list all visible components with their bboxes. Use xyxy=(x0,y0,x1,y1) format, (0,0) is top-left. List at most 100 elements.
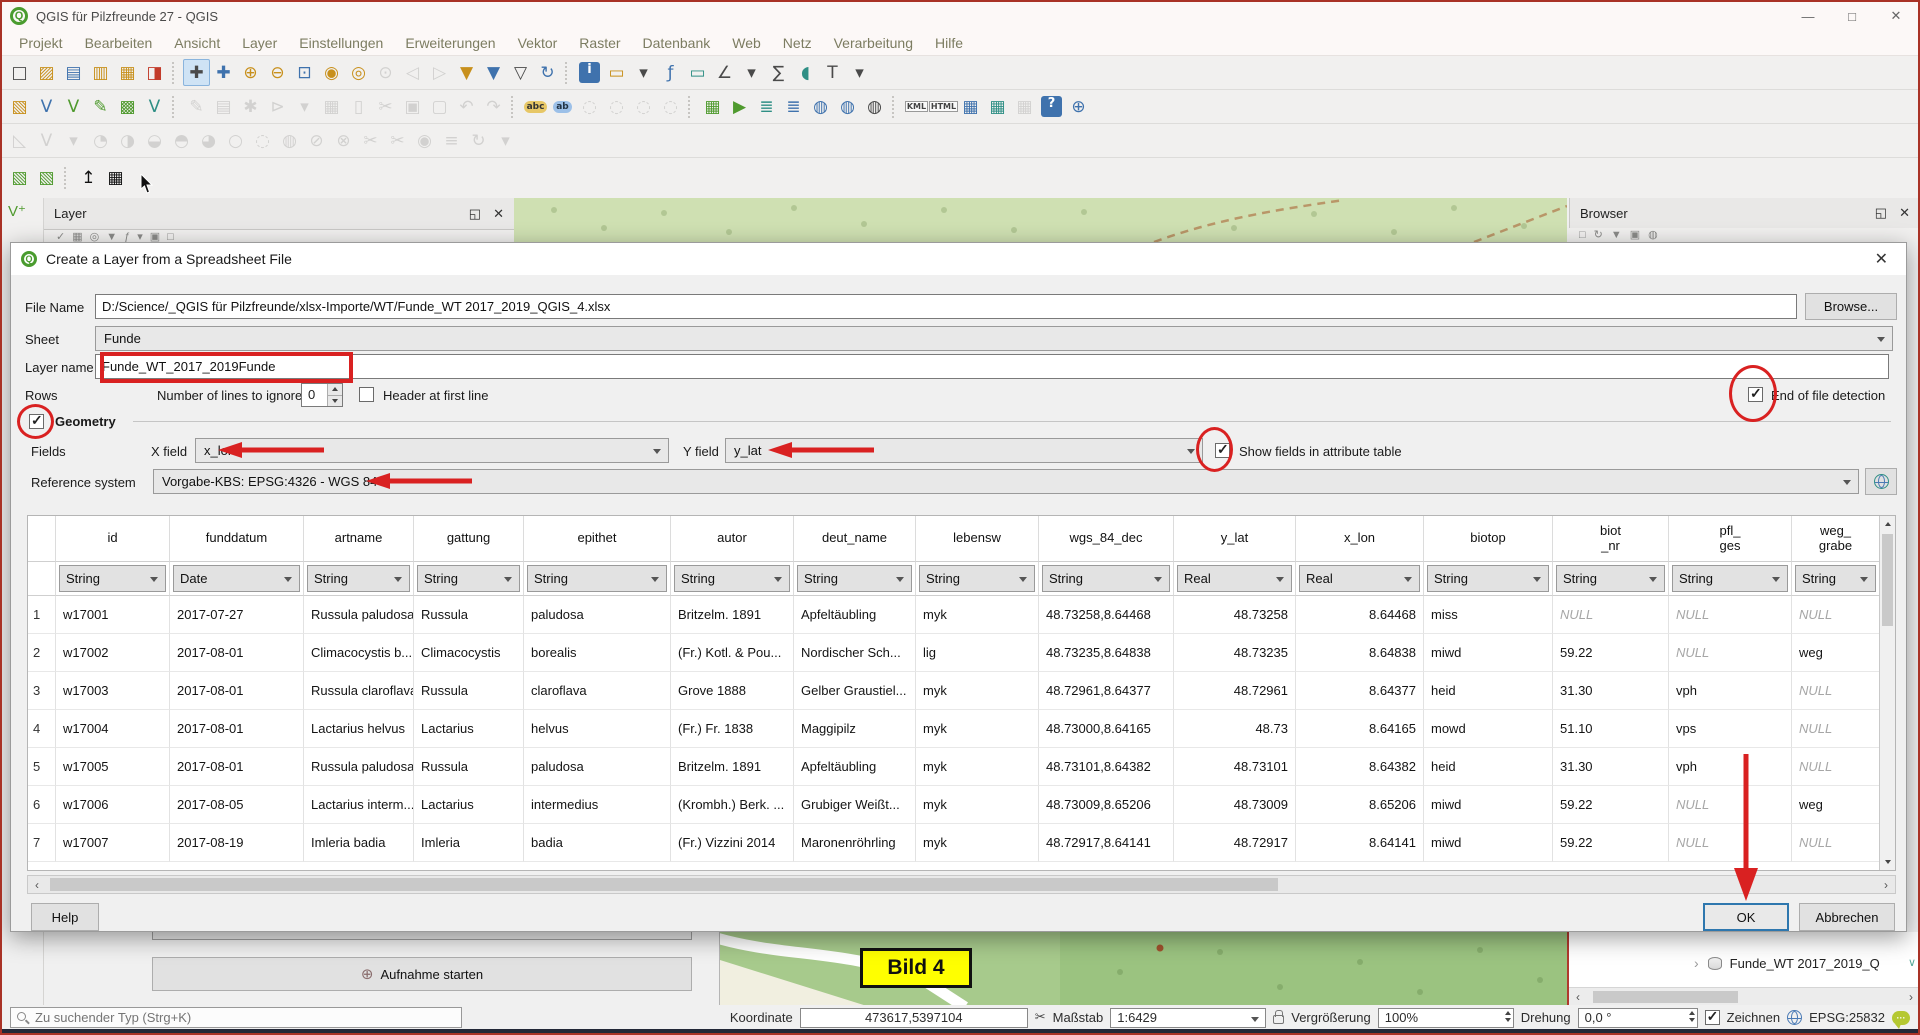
measure-tool-icon[interactable]: ∠ xyxy=(711,59,738,86)
screenshot-tool-icon[interactable]: ▦ xyxy=(102,165,129,192)
geometry-checkbox[interactable] xyxy=(29,414,44,429)
map-edit-tool-icon[interactable]: ▧ xyxy=(33,165,60,192)
show-fields-checkbox[interactable] xyxy=(1215,443,1230,458)
search-input[interactable] xyxy=(35,1010,461,1025)
lines-ignore-spinner[interactable]: 0 xyxy=(301,383,343,407)
zoom-in-icon[interactable]: ⊕ xyxy=(237,59,264,86)
column-type-combo[interactable]: String xyxy=(1556,565,1665,592)
header-first-line-checkbox[interactable] xyxy=(359,387,374,402)
select-dropdown-icon[interactable]: ▾ xyxy=(630,59,657,86)
project-new-icon[interactable]: □ xyxy=(6,59,33,86)
column-type-combo[interactable]: String xyxy=(1672,565,1788,592)
zoom-to-selection-icon[interactable]: ◉ xyxy=(318,59,345,86)
expand-chevron-icon[interactable]: › xyxy=(1694,955,1699,971)
magnifier-spinner[interactable]: 100% xyxy=(1378,1008,1514,1028)
close-button[interactable]: ✕ xyxy=(1874,3,1918,29)
crs-status[interactable]: EPSG:25832 xyxy=(1809,1010,1885,1025)
sheet-combo[interactable]: Funde xyxy=(95,326,1893,351)
python-console-icon[interactable]: ▶ xyxy=(726,93,753,120)
column-type-combo[interactable]: String xyxy=(919,565,1035,592)
new-print-layout-icon[interactable]: ▥ xyxy=(87,59,114,86)
scrollbar-thumb[interactable] xyxy=(1882,534,1893,626)
new-virtual-layer-icon[interactable]: V xyxy=(141,93,168,120)
zoom-to-layer-icon[interactable]: ◎ xyxy=(345,59,372,86)
processing-toolbox-icon[interactable]: ▦ xyxy=(699,93,726,120)
scroll-right-icon[interactable]: › xyxy=(1902,988,1920,1005)
lock-scale-icon[interactable] xyxy=(1273,1015,1284,1024)
column-type-combo[interactable]: String xyxy=(307,565,410,592)
scroll-down-icon[interactable] xyxy=(1880,854,1895,870)
browser-tree-item[interactable]: › Funde_WT 2017_2019_Q xyxy=(1569,948,1920,978)
coordinate-capture-icon[interactable]: ✂ xyxy=(1035,1010,1046,1025)
metasearch-globe-icon[interactable]: ◍ xyxy=(807,93,834,120)
menu-netz[interactable]: Netz xyxy=(772,32,823,54)
layer-diagram-icon[interactable]: ab xyxy=(549,93,576,120)
messages-icon[interactable]: ··· xyxy=(1892,1011,1910,1025)
map-canvas[interactable] xyxy=(514,198,1567,242)
text-annotation-icon[interactable]: T xyxy=(819,59,846,86)
globe-tool-2-icon[interactable]: ◍ xyxy=(834,93,861,120)
y-field-combo[interactable]: y_lat xyxy=(725,438,1203,463)
layer-name-input[interactable] xyxy=(95,354,1889,379)
close-panel-icon[interactable]: ✕ xyxy=(493,206,504,222)
float-panel-icon[interactable]: ◱ xyxy=(1875,205,1887,221)
annotation-balloon-icon[interactable]: ◖ xyxy=(792,59,819,86)
menu-projekt[interactable]: Projekt xyxy=(8,32,74,54)
column-type-combo[interactable]: String xyxy=(59,565,166,592)
scroll-down-icon[interactable]: ∨ xyxy=(1908,956,1916,969)
zoom-full-icon[interactable]: ⊡ xyxy=(291,59,318,86)
browse-button[interactable]: Browse... xyxy=(1805,293,1897,320)
x-field-combo[interactable]: x_lon xyxy=(195,438,669,463)
end-of-file-checkbox[interactable] xyxy=(1748,387,1763,402)
menu-verarbeitung[interactable]: Verarbeitung xyxy=(823,32,924,54)
text-dropdown-icon[interactable]: ▾ xyxy=(846,59,873,86)
float-panel-icon[interactable]: ◱ xyxy=(469,206,481,222)
column-type-combo[interactable]: String xyxy=(1427,565,1549,592)
scroll-left-icon[interactable]: ‹ xyxy=(28,876,46,893)
menu-ansicht[interactable]: Ansicht xyxy=(163,32,231,54)
globe-tool-3-icon[interactable]: ◍ xyxy=(861,93,888,120)
show-bookmarks-icon[interactable]: ▼ xyxy=(480,59,507,86)
project-open-icon[interactable]: ▨ xyxy=(33,59,60,86)
new-shapefile-layer-icon[interactable]: V xyxy=(60,93,87,120)
crosshair-tool-icon[interactable]: ⊕ xyxy=(1065,93,1092,120)
select-by-expression-icon[interactable]: ƒ xyxy=(657,59,684,86)
scroll-up-icon[interactable] xyxy=(1880,516,1895,532)
maximize-button[interactable]: □ xyxy=(1830,3,1874,29)
new-temporary-layer-icon[interactable]: ▩ xyxy=(114,93,141,120)
select-crs-button[interactable] xyxy=(1865,468,1897,495)
scroll-right-icon[interactable]: › xyxy=(1877,876,1895,893)
new-bookmark-icon[interactable]: ▼ xyxy=(453,59,480,86)
column-type-combo[interactable]: String xyxy=(1042,565,1170,592)
column-type-combo[interactable]: String xyxy=(674,565,790,592)
map-theme-tool-icon[interactable]: ▧ xyxy=(6,165,33,192)
rotation-spinner[interactable]: 0,0 ° xyxy=(1578,1008,1698,1028)
column-type-combo[interactable]: Real xyxy=(1299,565,1420,592)
menu-erweiterungen[interactable]: Erweiterungen xyxy=(394,32,506,54)
scale-combo[interactable]: 1:6429 xyxy=(1110,1008,1266,1028)
column-type-combo[interactable]: String xyxy=(527,565,667,592)
menu-datenbank[interactable]: Datenbank xyxy=(632,32,722,54)
menu-raster[interactable]: Raster xyxy=(568,32,631,54)
render-checkbox[interactable] xyxy=(1705,1010,1720,1025)
menu-bearbeiten[interactable]: Bearbeiten xyxy=(74,32,164,54)
column-type-combo[interactable]: Real xyxy=(1177,565,1292,592)
help-button[interactable]: Help xyxy=(31,903,99,931)
cancel-button[interactable]: Abbrechen xyxy=(1799,903,1895,931)
start-recording-button[interactable]: ⊕ Aufnahme starten xyxy=(152,957,692,991)
ok-button[interactable]: OK xyxy=(1703,903,1789,931)
horizontal-scrollbar[interactable]: ‹ › xyxy=(27,875,1896,894)
html-tool-icon[interactable]: HTML xyxy=(930,93,957,120)
menu-hilfe[interactable]: Hilfe xyxy=(924,32,974,54)
file-name-input[interactable] xyxy=(95,294,1797,319)
column-type-combo[interactable]: String xyxy=(417,565,520,592)
menu-web[interactable]: Web xyxy=(721,32,772,54)
measure-dropdown-icon[interactable]: ▾ xyxy=(738,59,765,86)
locator-search[interactable] xyxy=(10,1007,462,1028)
dialog-close-icon[interactable]: ✕ xyxy=(1867,249,1896,269)
layout-manager-icon[interactable]: ▦ xyxy=(114,59,141,86)
deselect-features-icon[interactable]: ▭ xyxy=(684,59,711,86)
project-save-icon[interactable]: ▤ xyxy=(60,59,87,86)
scroll-left-icon[interactable]: ‹ xyxy=(1569,988,1587,1005)
reference-system-combo[interactable]: Vorgabe-KBS: EPSG:4326 - WGS 84 xyxy=(153,469,1859,494)
